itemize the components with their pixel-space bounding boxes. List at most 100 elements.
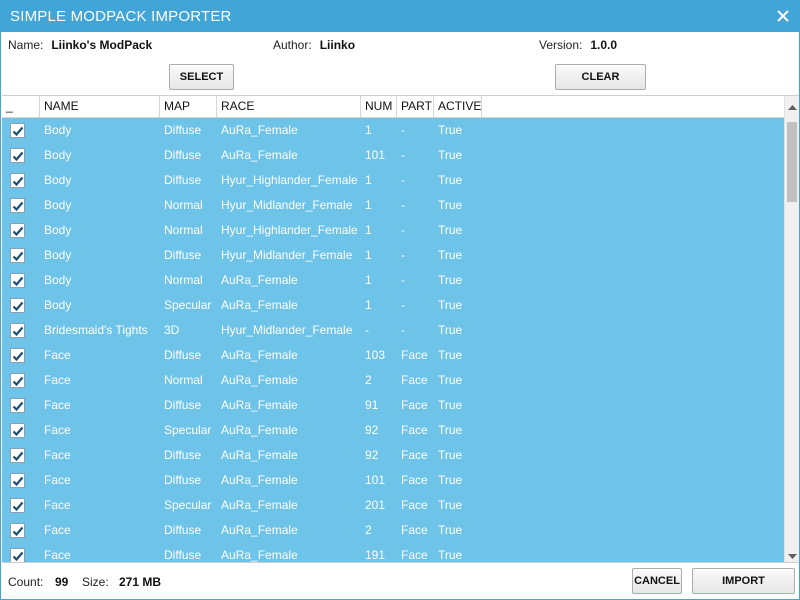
table-row[interactable]: Body Specular AuRa_Female 1 - True xyxy=(2,293,784,318)
column-header-name[interactable]: NAME xyxy=(40,96,160,118)
checkmark-icon xyxy=(12,526,24,537)
author-label: Author: xyxy=(273,38,312,52)
cell-race: AuRa_Female xyxy=(221,473,298,487)
column-header-part[interactable]: PART xyxy=(397,96,434,118)
vertical-scrollbar[interactable] xyxy=(784,96,799,562)
row-checkbox[interactable] xyxy=(10,498,25,513)
cell-map: Diffuse xyxy=(164,348,202,362)
cell-name: Face xyxy=(44,473,71,487)
row-checkbox[interactable] xyxy=(10,298,25,313)
row-checkbox[interactable] xyxy=(10,198,25,213)
select-all-button[interactable]: SELECT ALL xyxy=(169,64,234,107)
cell-map: Normal xyxy=(164,223,203,237)
column-header-race[interactable]: RACE xyxy=(217,96,361,118)
row-checkbox[interactable] xyxy=(10,548,25,562)
row-checkbox[interactable] xyxy=(10,248,25,263)
import-modpack-button[interactable]: IMPORT MODPACK xyxy=(692,568,795,600)
checkmark-icon xyxy=(12,326,24,337)
cancel-button[interactable]: CANCEL xyxy=(632,568,682,594)
row-checkbox[interactable] xyxy=(10,173,25,188)
cell-name: Face xyxy=(44,448,71,462)
table-row[interactable]: Face Diffuse AuRa_Female 191 Face True xyxy=(2,543,784,562)
row-checkbox[interactable] xyxy=(10,148,25,163)
row-checkbox[interactable] xyxy=(10,223,25,238)
cell-active: True xyxy=(438,448,463,462)
cell-part: Face xyxy=(401,373,428,387)
column-header-num[interactable]: NUM xyxy=(361,96,397,118)
row-checkbox[interactable] xyxy=(10,398,25,413)
table-row[interactable]: Face Diffuse AuRa_Female 101 Face True xyxy=(2,468,784,493)
version-value: 1.0.0 xyxy=(590,38,618,52)
cell-race: Hyur_Midlander_Female xyxy=(221,323,353,337)
cell-race: Hyur_Midlander_Female xyxy=(221,248,353,262)
cell-num: 2 xyxy=(365,373,372,387)
cell-race: AuRa_Female xyxy=(221,298,298,312)
checkmark-icon xyxy=(12,176,24,187)
table-row[interactable]: Face Diffuse AuRa_Female 103 Face True xyxy=(2,343,784,368)
cell-race: AuRa_Female xyxy=(221,548,298,562)
row-checkbox[interactable] xyxy=(10,273,25,288)
cell-part: - xyxy=(401,123,405,137)
cell-active: True xyxy=(438,173,463,187)
cell-race: Hyur_Midlander_Female xyxy=(221,198,353,212)
table-row[interactable]: Body Diffuse AuRa_Female 101 - True xyxy=(2,143,784,168)
table-row[interactable]: Face Specular AuRa_Female 92 Face True xyxy=(2,418,784,443)
cell-name: Bridesmaid's Tights xyxy=(44,323,148,337)
cell-map: Diffuse xyxy=(164,123,202,137)
checkmark-icon xyxy=(12,301,24,312)
row-checkbox[interactable] xyxy=(10,123,25,138)
table-row[interactable]: Body Normal Hyur_Highlander_Female 1 - True xyxy=(2,218,784,243)
row-checkbox[interactable] xyxy=(10,323,25,338)
column-header-active[interactable]: ACTIVE xyxy=(434,96,482,118)
table-row[interactable]: Body Normal AuRa_Female 1 - True xyxy=(2,268,784,293)
table-row[interactable]: Bridesmaid's Tights 3D Hyur_Midlander_Fema… xyxy=(2,318,784,343)
row-checkbox[interactable] xyxy=(10,448,25,463)
cell-name: Body xyxy=(44,298,72,312)
row-checkbox[interactable] xyxy=(10,473,25,488)
checkmark-icon xyxy=(12,276,24,287)
cell-map: Diffuse xyxy=(164,448,202,462)
cell-race: AuRa_Female xyxy=(221,448,298,462)
scrollbar-thumb[interactable] xyxy=(787,122,797,202)
scroll-up-icon[interactable] xyxy=(788,101,797,110)
table-row[interactable]: Face Specular AuRa_Female 201 Face True xyxy=(2,493,784,518)
table-row[interactable]: Face Diffuse AuRa_Female 91 Face True xyxy=(2,393,784,418)
cell-part: - xyxy=(401,173,405,187)
checkmark-icon xyxy=(12,551,24,562)
clear-selected-button[interactable]: CLEAR SELECTED xyxy=(555,64,646,107)
close-icon[interactable] xyxy=(773,6,793,26)
cell-num: 1 xyxy=(365,173,372,187)
scroll-down-icon[interactable] xyxy=(788,550,797,559)
cell-race: AuRa_Female xyxy=(221,148,298,162)
cell-active: True xyxy=(438,223,463,237)
row-checkbox[interactable] xyxy=(10,523,25,538)
cell-map: Normal xyxy=(164,198,203,212)
cell-active: True xyxy=(438,273,463,287)
table-row[interactable]: Face Diffuse AuRa_Female 2 Face True xyxy=(2,518,784,543)
count-label: Count: xyxy=(8,575,44,589)
column-header-map[interactable]: MAP xyxy=(160,96,217,118)
table-row[interactable]: Face Normal AuRa_Female 2 Face True xyxy=(2,368,784,393)
table-row[interactable]: Face Diffuse AuRa_Female 92 Face True xyxy=(2,443,784,468)
table-row[interactable]: Body Diffuse Hyur_Highlander_Female 1 - True xyxy=(2,168,784,193)
column-header-select[interactable]: _ xyxy=(2,96,40,118)
cell-part: - xyxy=(401,298,405,312)
cell-name: Face xyxy=(44,523,71,537)
cell-num: 1 xyxy=(365,298,372,312)
row-checkbox[interactable] xyxy=(10,423,25,438)
table-row[interactable]: Body Diffuse Hyur_Midlander_Female 1 - True xyxy=(2,243,784,268)
cell-num: 103 xyxy=(365,348,386,362)
cell-name: Body xyxy=(44,248,72,262)
cell-name: Face xyxy=(44,423,71,437)
cell-map: Diffuse xyxy=(164,523,202,537)
row-checkbox[interactable] xyxy=(10,373,25,388)
cell-num: 1 xyxy=(365,273,372,287)
cell-map: Normal xyxy=(164,273,203,287)
cell-name: Face xyxy=(44,498,71,512)
cell-active: True xyxy=(438,473,463,487)
table-row[interactable]: Body Normal Hyur_Midlander_Female 1 - True xyxy=(2,193,784,218)
cell-name: Body xyxy=(44,273,72,287)
table-row[interactable]: Body Diffuse AuRa_Female 1 - True xyxy=(2,118,784,143)
cell-name: Body xyxy=(44,173,72,187)
row-checkbox[interactable] xyxy=(10,348,25,363)
